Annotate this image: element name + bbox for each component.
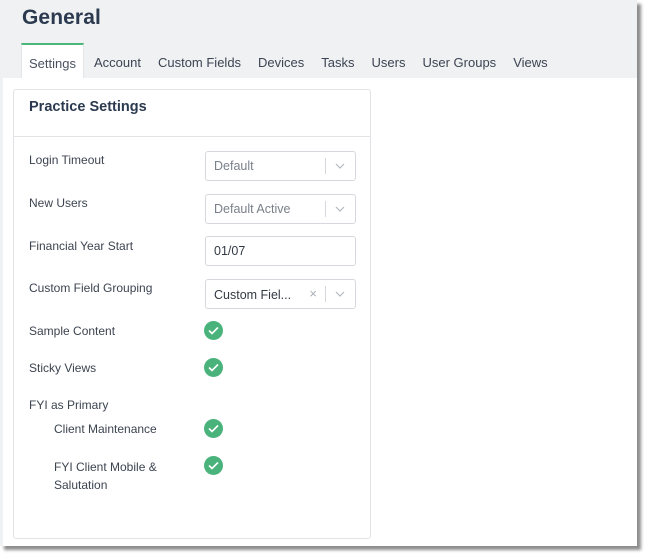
tab-settings[interactable]: Settings: [21, 43, 84, 78]
check-icon: [208, 363, 219, 372]
chevron-down-icon[interactable]: [333, 287, 347, 301]
tab-devices[interactable]: Devices: [252, 43, 310, 78]
login-timeout-label: Login Timeout: [29, 153, 105, 167]
panel-title: Practice Settings: [29, 99, 147, 115]
fyi-client-mobile-label: FYI Client Mobile & Salutation: [54, 458, 157, 494]
chevron-down-icon[interactable]: [333, 202, 347, 216]
new-users-label: New Users: [29, 196, 88, 210]
tab-users[interactable]: Users: [366, 43, 412, 78]
sticky-views-label: Sticky Views: [29, 361, 97, 375]
practice-settings-panel: Practice Settings Login Timeout Default …: [13, 89, 371, 539]
client-maintenance-toggle[interactable]: [204, 419, 223, 438]
fyi-client-mobile-label-line2: Salutation: [54, 478, 108, 492]
custom-field-grouping-value: Custom Fiel...: [214, 288, 292, 302]
tab-custom-fields[interactable]: Custom Fields: [152, 43, 247, 78]
panel-header: Practice Settings: [14, 90, 370, 137]
financial-year-start-label: Financial Year Start: [29, 239, 134, 253]
tab-bar: Settings Account Custom Fields Devices T…: [21, 43, 559, 78]
page-header: General Settings Account Custom Fields D…: [0, 0, 637, 78]
select-separator: [325, 201, 326, 217]
chevron-down-icon[interactable]: [333, 159, 347, 173]
settings-window: General Settings Account Custom Fields D…: [0, 0, 637, 546]
select-separator: [325, 158, 326, 174]
sample-content-label: Sample Content: [29, 324, 116, 338]
clear-icon[interactable]: ×: [309, 286, 317, 302]
financial-year-start-input[interactable]: 01/07: [205, 236, 356, 266]
login-timeout-select[interactable]: Default: [205, 151, 356, 181]
check-icon: [208, 461, 219, 470]
tab-user-groups[interactable]: User Groups: [416, 43, 502, 78]
new-users-value: Default Active: [214, 202, 291, 216]
select-separator: [325, 286, 326, 302]
tab-tasks[interactable]: Tasks: [315, 43, 360, 78]
left-strip: [0, 78, 3, 546]
sample-content-toggle[interactable]: [204, 321, 223, 340]
new-users-select[interactable]: Default Active: [205, 194, 356, 224]
fyi-as-primary-label: FYI as Primary: [29, 398, 109, 412]
financial-year-start-value: 01/07: [214, 244, 246, 258]
client-maintenance-label: Client Maintenance: [54, 422, 157, 436]
fyi-client-mobile-toggle[interactable]: [204, 456, 223, 475]
fyi-client-mobile-label-line1: FYI Client Mobile &: [54, 460, 157, 474]
sticky-views-toggle[interactable]: [204, 358, 223, 377]
login-timeout-value: Default: [214, 159, 254, 173]
page-title: General: [22, 6, 101, 29]
check-icon: [208, 326, 219, 335]
custom-field-grouping-label: Custom Field Grouping: [29, 281, 153, 295]
custom-field-grouping-select[interactable]: Custom Fiel... ×: [205, 279, 356, 309]
check-icon: [208, 424, 219, 433]
tab-account[interactable]: Account: [88, 43, 147, 78]
tab-views[interactable]: Views: [507, 43, 553, 78]
